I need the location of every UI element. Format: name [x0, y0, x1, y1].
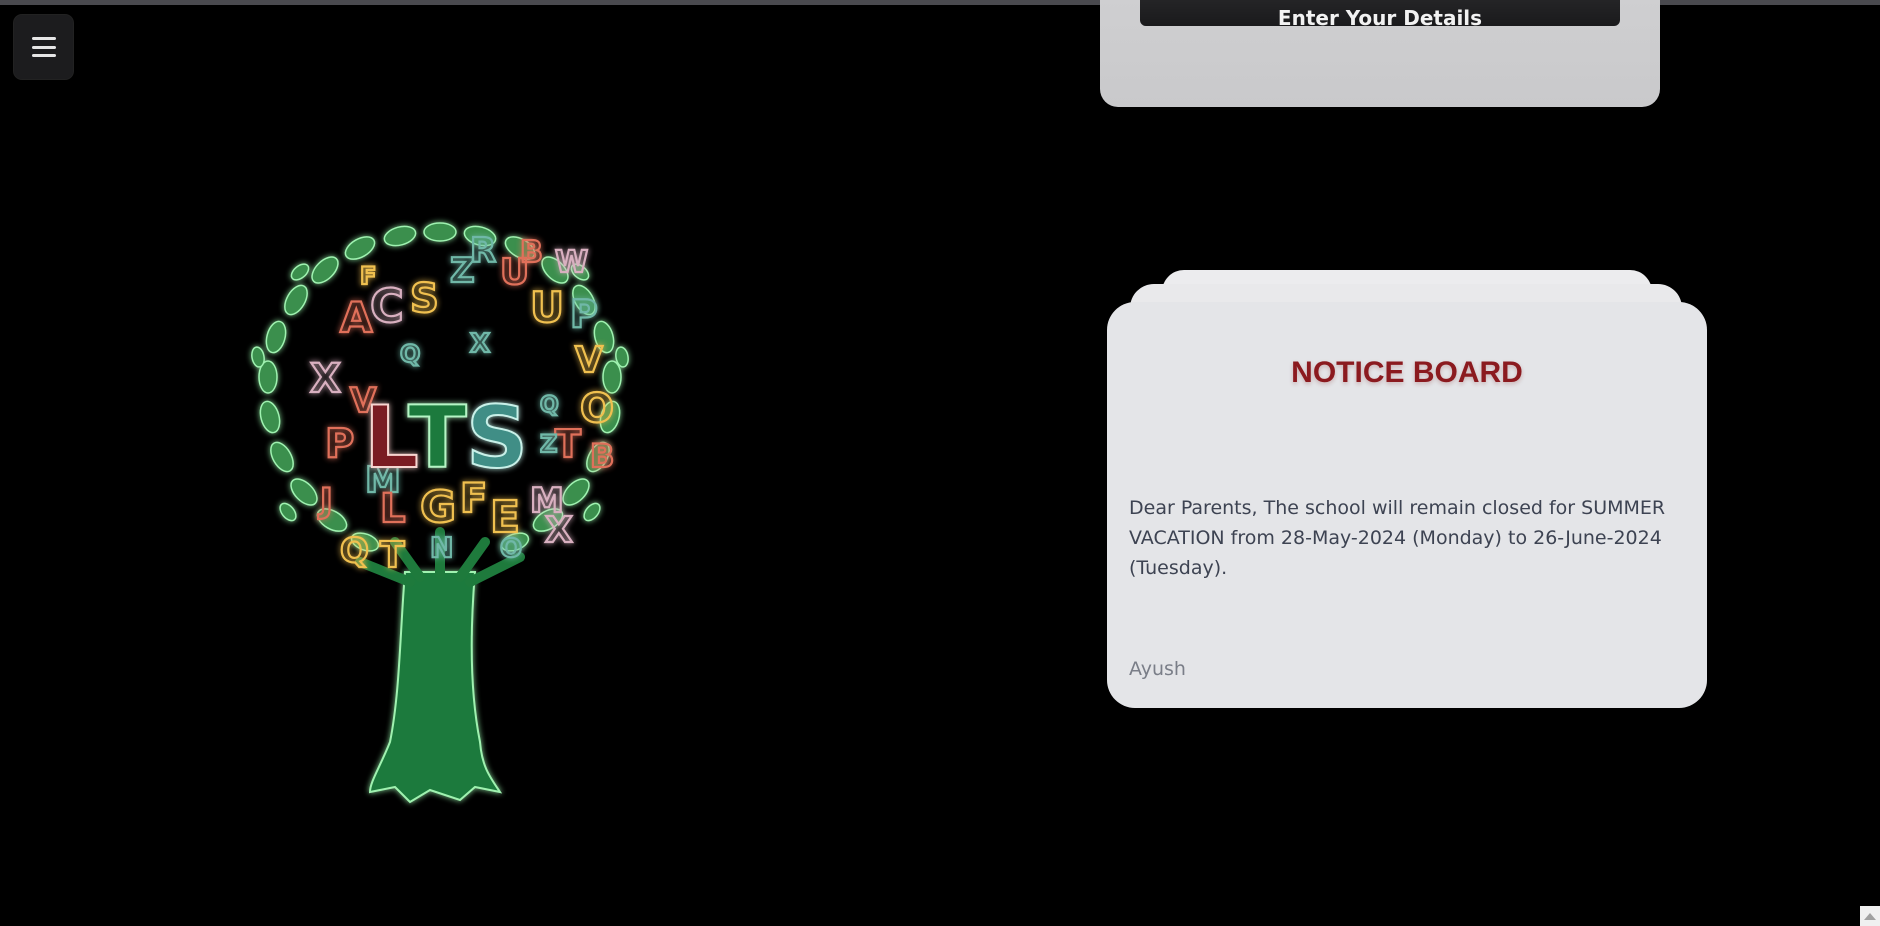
- svg-text:B: B: [520, 235, 543, 270]
- svg-text:L: L: [380, 486, 406, 532]
- svg-text:O: O: [500, 534, 522, 564]
- menu-button[interactable]: [14, 15, 73, 79]
- svg-text:F: F: [360, 262, 376, 290]
- scroll-up-arrow-icon: [1864, 912, 1876, 920]
- enter-details-button[interactable]: Enter Your Details: [1140, 0, 1620, 30]
- svg-text:Q: Q: [540, 393, 559, 418]
- svg-text:O: O: [580, 386, 614, 432]
- notice-board-card: NOTICE BOARD Dear Parents, The school wi…: [1107, 302, 1707, 708]
- svg-text:X: X: [310, 356, 341, 402]
- svg-text:A: A: [340, 293, 373, 342]
- svg-text:N: N: [430, 531, 453, 564]
- svg-text:B: B: [590, 437, 614, 475]
- svg-text:T: T: [408, 388, 467, 488]
- scrollbar-up-button[interactable]: [1860, 906, 1880, 926]
- svg-text:T: T: [555, 422, 581, 466]
- tree-logo-icon: A C S Z R U B W U P V O T B X V P M J L …: [251, 222, 629, 804]
- svg-text:U: U: [530, 283, 564, 332]
- svg-text:T: T: [380, 535, 405, 576]
- notice-board-title: NOTICE BOARD: [1291, 356, 1523, 389]
- svg-text:S: S: [466, 388, 528, 488]
- svg-text:S: S: [410, 276, 439, 322]
- svg-text:W: W: [555, 245, 588, 280]
- page: A C S Z R U B W U P V O T B X V P M J L …: [0, 0, 1880, 926]
- svg-text:G: G: [420, 482, 456, 533]
- svg-text:J: J: [318, 481, 333, 521]
- svg-text:X: X: [470, 329, 490, 359]
- svg-text:Z: Z: [540, 430, 557, 458]
- svg-text:P: P: [325, 421, 354, 467]
- enter-details-label: Enter Your Details: [1277, 6, 1483, 30]
- notice-author: Ayush: [1129, 658, 1186, 680]
- svg-text:Q: Q: [400, 340, 420, 368]
- svg-text:X: X: [545, 510, 573, 551]
- svg-text:R: R: [470, 231, 496, 271]
- details-form-card: Enter Your Details: [1100, 0, 1660, 107]
- svg-text:V: V: [575, 340, 603, 381]
- notice-body-text: Dear Parents, The school will remain clo…: [1129, 497, 1666, 579]
- svg-text:Q: Q: [340, 531, 369, 571]
- svg-text:P: P: [570, 292, 598, 336]
- hamburger-menu-icon: [31, 37, 56, 57]
